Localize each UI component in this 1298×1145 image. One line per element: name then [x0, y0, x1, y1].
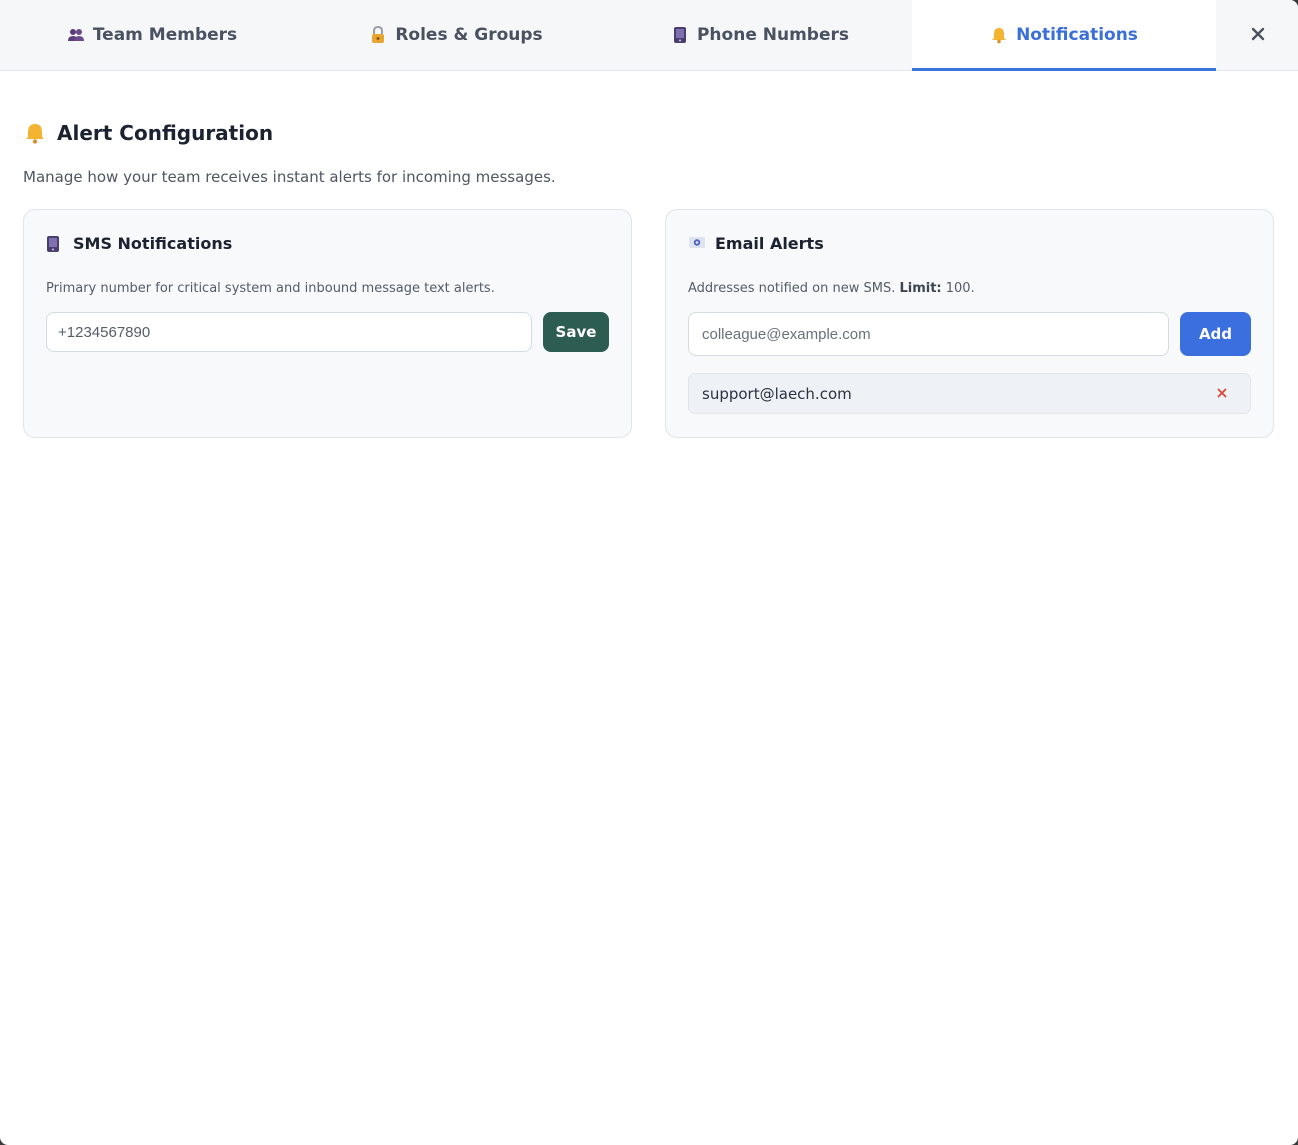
email-list-item: support@laech.com	[688, 373, 1251, 414]
limit-value: 100.	[941, 281, 975, 296]
remove-email-button[interactable]	[1214, 385, 1230, 401]
tab-label: Phone Numbers	[696, 25, 850, 45]
bell-icon	[990, 26, 1008, 44]
settings-modal: Team Members Roles & Groups Phone Number…	[0, 0, 1298, 1145]
limit-label: Limit:	[899, 281, 942, 296]
tab-phone-numbers[interactable]: Phone Numbers	[608, 0, 912, 70]
email-address: support@laech.com	[702, 384, 852, 403]
sms-notifications-card: SMS Notifications Primary number for cri…	[23, 209, 632, 438]
email-card-description: Addresses notified on new SMS. Limit: 10…	[688, 281, 975, 296]
close-button[interactable]	[1244, 22, 1272, 50]
sms-card-description: Primary number for critical system and i…	[46, 281, 495, 296]
close-icon	[1251, 27, 1265, 46]
phone-icon	[671, 26, 689, 44]
save-button[interactable]: Save	[543, 312, 609, 352]
tab-notifications[interactable]: Notifications	[912, 0, 1216, 71]
section-title: Alert Configuration	[23, 121, 273, 145]
email-icon	[688, 235, 706, 253]
lock-icon	[369, 26, 387, 44]
email-input[interactable]	[688, 312, 1169, 356]
sms-phone-input[interactable]	[46, 312, 532, 352]
email-card-title-text: Email Alerts	[715, 234, 824, 253]
sms-card-title-text: SMS Notifications	[73, 234, 233, 253]
email-alerts-card: Email Alerts Addresses notified on new S…	[665, 209, 1274, 438]
tab-label: Team Members	[92, 25, 238, 45]
bell-icon	[23, 121, 47, 145]
team-members-icon	[67, 26, 85, 44]
email-card-title: Email Alerts	[688, 234, 824, 253]
section-title-text: Alert Configuration	[57, 121, 274, 145]
add-email-button[interactable]: Add	[1180, 312, 1251, 356]
tab-roles-groups[interactable]: Roles & Groups	[304, 0, 608, 70]
email-description-text: Addresses notified on new SMS.	[688, 281, 900, 296]
phone-icon	[46, 235, 64, 253]
tab-label: Notifications	[1016, 25, 1138, 45]
section-description: Manage how your team receives instant al…	[23, 168, 556, 186]
tab-team-members[interactable]: Team Members	[0, 0, 304, 70]
tab-bar: Team Members Roles & Groups Phone Number…	[0, 0, 1298, 71]
tab-label: Roles & Groups	[395, 25, 543, 45]
sms-card-title: SMS Notifications	[46, 234, 232, 253]
remove-icon	[1217, 384, 1227, 402]
